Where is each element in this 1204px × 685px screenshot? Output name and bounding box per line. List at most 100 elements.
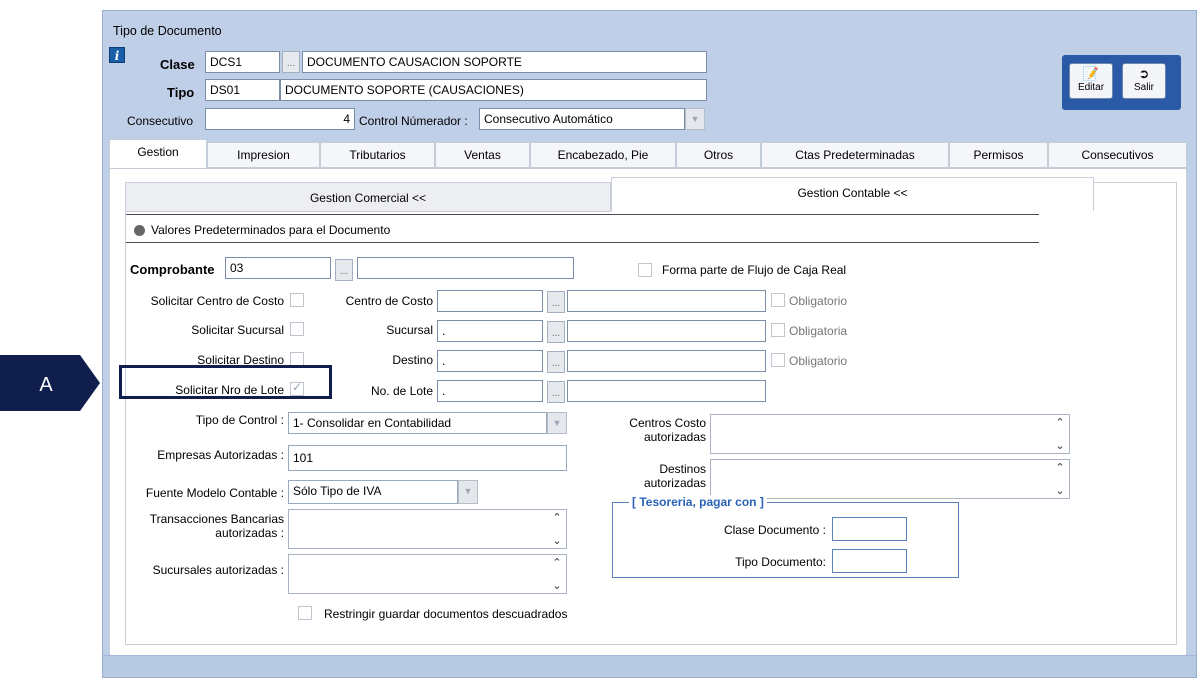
gestion-inner-panel: Gestion Comercial << Gestion Contable <<… bbox=[125, 177, 1177, 645]
subtab-gestion-contable[interactable]: Gestion Contable << bbox=[611, 177, 1094, 211]
chevron-down-icon[interactable]: ▼ bbox=[458, 480, 478, 504]
tab-ctas-predeterminadas[interactable]: Ctas Predeterminadas bbox=[761, 142, 949, 168]
tab-tributarios[interactable]: Tributarios bbox=[320, 142, 435, 168]
tab-gestion[interactable]: Gestion bbox=[109, 139, 207, 169]
solicitar-destino-checkbox[interactable] bbox=[290, 352, 304, 366]
tipo-description-field: DOCUMENTO SOPORTE (CAUSACIONES) bbox=[280, 79, 707, 101]
centro-costo-lookup-button[interactable]: ... bbox=[547, 291, 565, 313]
sucursal-field[interactable]: . bbox=[437, 320, 543, 342]
flujo-caja-checkbox[interactable] bbox=[638, 263, 652, 277]
edit-button-label: Editar bbox=[1077, 82, 1105, 93]
centro-costo-description-field bbox=[567, 290, 766, 312]
edit-icon: 📝 bbox=[1082, 66, 1100, 81]
obligatoria-sucursal-label: Obligatoria bbox=[789, 324, 848, 338]
control-numerador-select[interactable]: Consecutivo Automático bbox=[479, 108, 685, 130]
destinos-autorizadas-line2: autorizadas bbox=[643, 476, 706, 490]
centros-autorizadas-line1: Centros Costo bbox=[629, 416, 706, 430]
tab-consecutivos[interactable]: Consecutivos bbox=[1048, 142, 1187, 168]
document-type-window: Tipo de Documento i Clase DCS1 ... DOCUM… bbox=[102, 10, 1197, 678]
clase-documento-label: Clase Documento : bbox=[723, 523, 826, 537]
obligatorio-centro-checkbox[interactable] bbox=[771, 293, 785, 307]
lote-field[interactable]: . bbox=[437, 380, 543, 402]
exit-button-label: Salir bbox=[1133, 82, 1154, 93]
centro-costo-label: Centro de Costo bbox=[345, 294, 433, 308]
edit-button[interactable]: 📝 Editar bbox=[1069, 63, 1113, 99]
destinos-autorizadas-list[interactable]: ⌃ ⌄ bbox=[710, 459, 1070, 499]
tab-impresion[interactable]: Impresion bbox=[207, 142, 320, 168]
lote-label: No. de Lote bbox=[370, 384, 433, 398]
tipo-control-select[interactable]: 1- Consolidar en Contabilidad bbox=[288, 412, 547, 434]
clase-code-field[interactable]: DCS1 bbox=[205, 51, 280, 73]
tab-ventas[interactable]: Ventas bbox=[435, 142, 530, 168]
obligatorio-destino-checkbox[interactable] bbox=[771, 353, 785, 367]
solicitar-sucursal-label: Solicitar Sucursal bbox=[191, 323, 284, 337]
scroll-up-icon[interactable]: ⌃ bbox=[1053, 461, 1067, 474]
status-bar bbox=[103, 655, 1196, 677]
exit-icon: ➲ bbox=[1138, 66, 1150, 81]
transacciones-label-line1: Transacciones Bancarias bbox=[149, 512, 284, 526]
tipo-code-field[interactable]: DS01 bbox=[205, 79, 280, 101]
toolbar: 📝 Editar ➲ Salir bbox=[1062, 55, 1181, 110]
fuente-modelo-select[interactable]: Sólo Tipo de IVA bbox=[288, 480, 458, 504]
scroll-up-icon[interactable]: ⌃ bbox=[550, 556, 564, 569]
scroll-down-icon[interactable]: ⌄ bbox=[550, 579, 564, 592]
centros-autorizadas-list[interactable]: ⌃ ⌄ bbox=[710, 414, 1070, 454]
comprobante-lookup-button[interactable]: ... bbox=[335, 259, 353, 281]
lote-description-field bbox=[567, 380, 766, 402]
tipo-documento-field[interactable] bbox=[832, 549, 907, 573]
obligatoria-sucursal-checkbox[interactable] bbox=[771, 323, 785, 337]
centros-autorizadas-line2: autorizadas bbox=[643, 430, 706, 444]
scroll-down-icon[interactable]: ⌄ bbox=[550, 534, 564, 547]
fuente-modelo-label: Fuente Modelo Contable : bbox=[145, 486, 284, 500]
obligatorio-centro-label: Obligatorio bbox=[789, 294, 848, 308]
clase-lookup-button[interactable]: ... bbox=[282, 51, 300, 73]
tipo-control-label: Tipo de Control : bbox=[195, 413, 284, 427]
chevron-down-icon[interactable]: ▼ bbox=[547, 412, 567, 434]
section-bullet-icon bbox=[134, 225, 145, 236]
empresas-autorizadas-label: Empresas Autorizadas : bbox=[157, 448, 284, 462]
destino-field[interactable]: . bbox=[437, 350, 543, 372]
tesoreria-title: [ Tesoreria, pagar con ] bbox=[629, 495, 767, 509]
clase-description-field: DOCUMENTO CAUSACION SOPORTE bbox=[302, 51, 707, 73]
scroll-down-icon[interactable]: ⌄ bbox=[1053, 439, 1067, 452]
exit-button[interactable]: ➲ Salir bbox=[1122, 63, 1166, 99]
destino-label: Destino bbox=[392, 353, 433, 367]
scroll-up-icon[interactable]: ⌃ bbox=[1053, 416, 1067, 429]
consecutivo-field[interactable]: 4 bbox=[205, 108, 355, 130]
comprobante-label: Comprobante bbox=[130, 262, 215, 277]
centro-costo-field[interactable] bbox=[437, 290, 543, 312]
clase-documento-field[interactable] bbox=[832, 517, 907, 541]
tab-encabezado-pie[interactable]: Encabezado, Pie bbox=[530, 142, 676, 168]
transacciones-list[interactable]: ⌃ ⌄ bbox=[288, 509, 567, 549]
tipo-documento-label: Tipo Documento: bbox=[735, 555, 826, 569]
tab-otros[interactable]: Otros bbox=[676, 142, 761, 168]
gestion-panel: Gestion Comercial << Gestion Contable <<… bbox=[109, 168, 1187, 656]
solicitar-centro-checkbox[interactable] bbox=[290, 293, 304, 307]
chevron-down-icon[interactable]: ▼ bbox=[685, 108, 705, 130]
restringir-checkbox[interactable] bbox=[298, 606, 312, 620]
section-title: Valores Predeterminados para el Document… bbox=[151, 223, 391, 237]
comprobante-field[interactable]: 03 bbox=[225, 257, 331, 279]
restringir-label: Restringir guardar documentos descuadrad… bbox=[324, 607, 568, 621]
solicitar-sucursal-checkbox[interactable] bbox=[290, 322, 304, 336]
empresas-autorizadas-field[interactable]: 101 bbox=[288, 445, 567, 471]
consecutivo-label: Consecutivo bbox=[127, 114, 194, 128]
callout-highlight-box bbox=[119, 365, 332, 399]
sucursal-label: Sucursal bbox=[386, 323, 433, 337]
destino-description-field bbox=[567, 350, 766, 372]
divider bbox=[126, 242, 1039, 243]
info-icon[interactable]: i bbox=[109, 47, 125, 63]
tab-permisos[interactable]: Permisos bbox=[949, 142, 1048, 168]
transacciones-label-line2: autorizadas : bbox=[215, 526, 284, 540]
divider bbox=[126, 214, 1039, 215]
lote-lookup-button[interactable]: ... bbox=[547, 381, 565, 403]
transacciones-label: Transacciones Bancarias autorizadas : bbox=[130, 512, 284, 540]
destino-lookup-button[interactable]: ... bbox=[547, 351, 565, 373]
window-title: Tipo de Documento bbox=[113, 24, 222, 38]
scroll-up-icon[interactable]: ⌃ bbox=[550, 511, 564, 524]
scroll-down-icon[interactable]: ⌄ bbox=[1053, 484, 1067, 497]
subtab-gestion-comercial[interactable]: Gestion Comercial << bbox=[125, 182, 611, 212]
sucursal-lookup-button[interactable]: ... bbox=[547, 321, 565, 343]
sucursales-autorizadas-list[interactable]: ⌃ ⌄ bbox=[288, 554, 567, 594]
main-tabs: Gestion Impresion Tributarios Ventas Enc… bbox=[109, 139, 1187, 169]
